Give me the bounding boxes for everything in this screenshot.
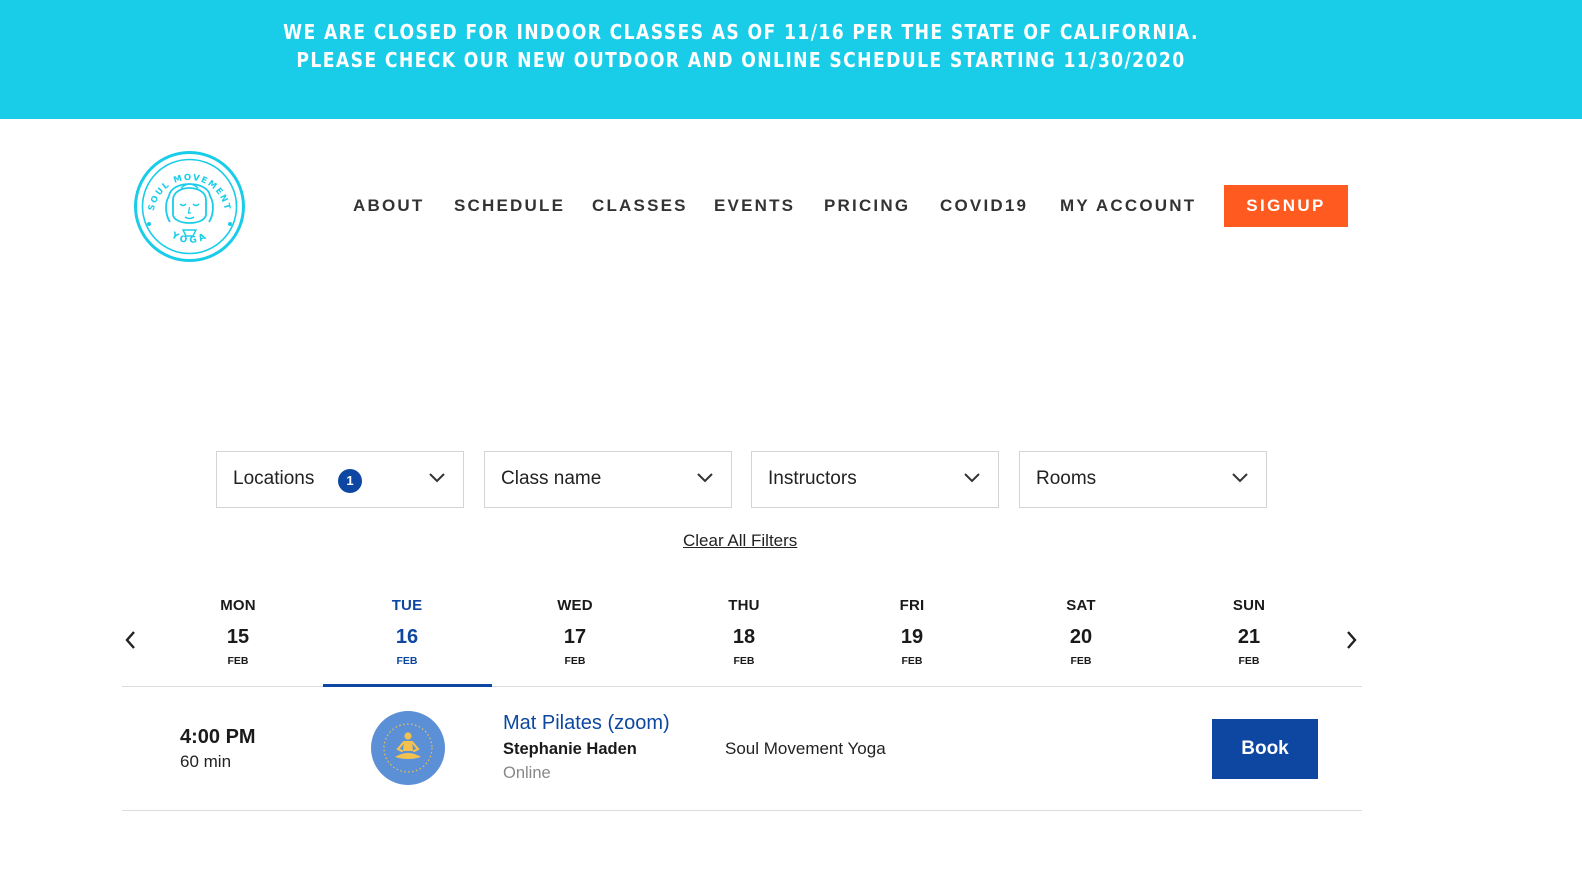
day-tue[interactable]: TUE 16 FEB bbox=[323, 597, 491, 667]
clear-all-filters-link[interactable]: Clear All Filters bbox=[683, 531, 797, 551]
class-name-filter-label: Class name bbox=[501, 468, 602, 489]
day-month: FEB bbox=[1238, 655, 1260, 667]
day-number: 19 bbox=[900, 626, 924, 648]
nav-about[interactable]: ABOUT bbox=[353, 196, 424, 216]
day-number: 16 bbox=[395, 626, 419, 648]
day-number: 15 bbox=[226, 626, 250, 648]
day-month: FEB bbox=[733, 655, 755, 667]
day-of-week: SAT bbox=[1066, 597, 1096, 614]
locations-filter-label: Locations bbox=[233, 468, 315, 489]
active-day-indicator bbox=[323, 684, 492, 687]
class-studio: Soul Movement Yoga bbox=[725, 739, 886, 758]
day-wed[interactable]: WED 17 FEB bbox=[491, 597, 659, 667]
nav-covid19[interactable]: COVID19 bbox=[940, 196, 1028, 216]
book-button[interactable]: Book bbox=[1212, 719, 1318, 779]
day-number: 20 bbox=[1069, 626, 1093, 648]
class-name-filter[interactable]: Class name bbox=[484, 451, 732, 508]
meditation-icon bbox=[371, 711, 445, 785]
class-name-link[interactable]: Mat Pilates (zoom) bbox=[503, 712, 670, 735]
day-of-week: WED bbox=[557, 597, 593, 614]
chevron-right-icon[interactable] bbox=[1344, 629, 1360, 651]
day-of-week: TUE bbox=[391, 597, 423, 614]
chevron-left-icon[interactable] bbox=[122, 629, 138, 651]
class-duration: 60 min bbox=[180, 752, 232, 771]
locations-filter[interactable]: Locations 1 bbox=[216, 451, 464, 508]
nav-pricing[interactable]: PRICING bbox=[824, 196, 910, 216]
day-sun[interactable]: SUN 21 FEB bbox=[1165, 597, 1333, 667]
chevron-down-icon bbox=[429, 473, 445, 483]
logo[interactable]: SOUL MOVEMENT YOGA bbox=[133, 150, 246, 263]
signup-button[interactable]: SIGNUP bbox=[1224, 185, 1348, 227]
rooms-filter-label: Rooms bbox=[1036, 468, 1097, 489]
day-month: FEB bbox=[901, 655, 923, 667]
chevron-down-icon bbox=[1232, 473, 1248, 483]
day-mon[interactable]: MON 15 FEB bbox=[154, 597, 322, 667]
day-number: 17 bbox=[563, 626, 587, 648]
rooms-filter[interactable]: Rooms bbox=[1019, 451, 1267, 508]
day-thu[interactable]: THU 18 FEB bbox=[660, 597, 828, 667]
day-sat[interactable]: SAT 20 FEB bbox=[997, 597, 1165, 667]
class-row-divider bbox=[122, 810, 1362, 811]
announcement-banner: WE ARE CLOSED FOR INDOOR CLASSES AS OF 1… bbox=[0, 0, 1582, 119]
day-month: FEB bbox=[227, 655, 249, 667]
goddess-face-logo-icon: SOUL MOVEMENT YOGA bbox=[134, 151, 245, 262]
day-number: 21 bbox=[1237, 626, 1261, 648]
nav-my-account[interactable]: MY ACCOUNT bbox=[1060, 196, 1196, 216]
chevron-down-icon bbox=[697, 473, 713, 483]
day-of-week: THU bbox=[728, 597, 760, 614]
class-time: 4:00 PM bbox=[180, 726, 256, 748]
nav-events[interactable]: EVENTS bbox=[714, 196, 795, 216]
day-of-week: SUN bbox=[1232, 597, 1266, 614]
day-of-week: FRI bbox=[899, 597, 925, 614]
svg-text:SOUL MOVEMENT: SOUL MOVEMENT bbox=[147, 173, 232, 212]
logo-arc-top: SOUL MOVEMENT bbox=[147, 173, 231, 212]
locations-count-badge: 1 bbox=[338, 469, 362, 493]
week-divider bbox=[122, 686, 1362, 687]
instructors-filter[interactable]: Instructors bbox=[751, 451, 999, 508]
banner-line-2: PLEASE CHECK OUR NEW OUTDOOR AND ONLINE … bbox=[296, 48, 1186, 72]
chevron-down-icon bbox=[964, 473, 980, 483]
nav-schedule[interactable]: SCHEDULE bbox=[454, 196, 565, 216]
logo-arc-bottom: YOGA bbox=[169, 230, 208, 246]
class-mode: Online bbox=[503, 764, 551, 782]
day-month: FEB bbox=[1070, 655, 1092, 667]
day-month: FEB bbox=[564, 655, 586, 667]
day-month: FEB bbox=[396, 655, 418, 667]
nav-classes[interactable]: CLASSES bbox=[592, 196, 688, 216]
class-instructor: Stephanie Haden bbox=[503, 740, 637, 758]
svg-text:YOGA: YOGA bbox=[169, 230, 211, 246]
instructors-filter-label: Instructors bbox=[768, 468, 857, 489]
banner-line-1: WE ARE CLOSED FOR INDOOR CLASSES AS OF 1… bbox=[283, 20, 1199, 44]
day-fri[interactable]: FRI 19 FEB bbox=[828, 597, 996, 667]
day-number: 18 bbox=[732, 626, 756, 648]
day-of-week: MON bbox=[220, 597, 256, 614]
